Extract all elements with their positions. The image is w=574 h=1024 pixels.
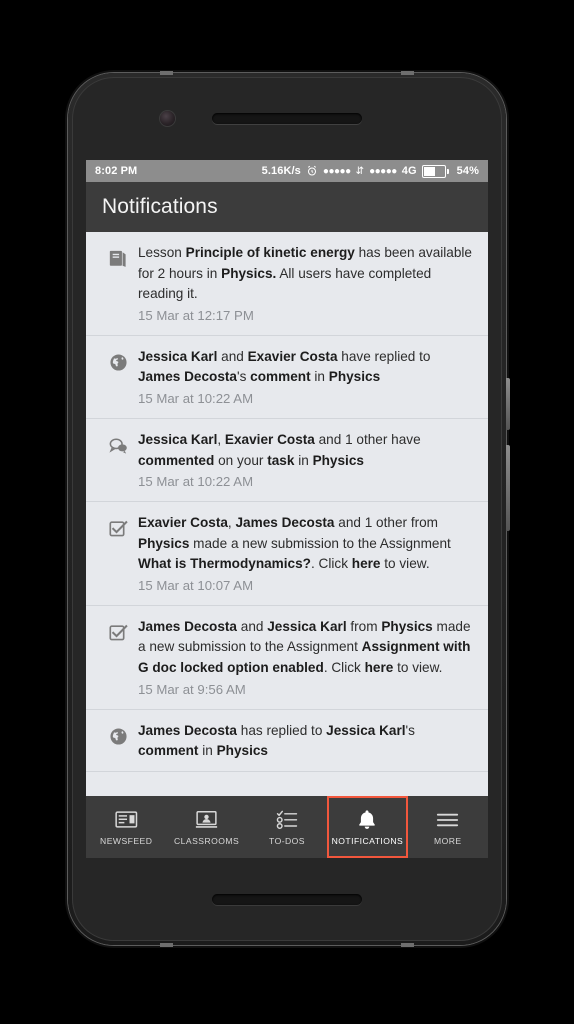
nav-item-label: MORE	[434, 835, 462, 846]
nav-item-label: NEWSFEED	[100, 835, 153, 846]
notification-row[interactable]: Exavier Costa, James Decosta and 1 other…	[86, 501, 488, 606]
data-transfer-icon: ⇵	[355, 165, 365, 177]
nav-item-label: CLASSROOMS	[174, 835, 240, 846]
notification-body: Lesson Principle of kinetic energy has b…	[138, 243, 474, 326]
battery-percent-label: 54%	[456, 165, 479, 177]
page-title: Notifications	[102, 195, 218, 218]
notification-message: James Decosta has replied to Jessica Kar…	[138, 722, 415, 759]
notification-row[interactable]: James Decosta has replied to Jessica Kar…	[86, 709, 488, 772]
nav-item-to-dos[interactable]: TO-DOS	[247, 796, 327, 858]
network-speed-label: 5.16K/s	[261, 165, 301, 177]
hamburger-menu-icon	[436, 809, 459, 831]
status-bar-clock: 8:02 PM	[95, 165, 138, 177]
network-type-label: 4G	[401, 165, 417, 177]
notification-list[interactable]: Lesson Principle of kinetic energy has b…	[86, 232, 488, 796]
power-button[interactable]	[506, 378, 510, 430]
volume-button[interactable]	[506, 445, 510, 531]
bell-icon	[357, 809, 377, 831]
nav-item-notifications[interactable]: NOTIFICATIONS	[327, 796, 408, 858]
nav-item-newsfeed[interactable]: NEWSFEED	[86, 796, 166, 858]
todos-checklist-icon	[276, 809, 298, 831]
notification-message: James Decosta and Jessica Karl from Phys…	[138, 618, 471, 676]
nav-item-more[interactable]: MORE	[408, 796, 488, 858]
notification-timestamp: 15 Mar at 10:22 AM	[138, 474, 254, 490]
notification-row[interactable]: Jessica Karl, Exavier Costa and 1 other …	[86, 418, 488, 502]
nav-item-label: TO-DOS	[269, 835, 305, 846]
checkbox-checked-icon	[98, 617, 138, 700]
antenna-line-bottom-left	[160, 943, 173, 947]
globe-icon	[98, 347, 138, 409]
app-bar: Notifications	[86, 182, 488, 232]
classrooms-icon	[195, 809, 218, 831]
notification-timestamp: 15 Mar at 9:56 AM	[138, 681, 246, 697]
notification-row[interactable]: Lesson Principle of kinetic energy has b…	[86, 232, 488, 336]
screenshot-stage: 8:02 PM 5.16K/s ●●●●● ⇵ ●●●●● 4G 54% Not…	[0, 0, 574, 1024]
sim1-signal-dots: ●●●●●	[322, 165, 351, 177]
antenna-line-top-left	[160, 71, 173, 75]
battery-icon	[421, 164, 449, 178]
notification-timestamp: 15 Mar at 10:22 AM	[138, 391, 254, 407]
notification-body: Exavier Costa, James Decosta and 1 other…	[138, 513, 474, 596]
notification-body: James Decosta and Jessica Karl from Phys…	[138, 617, 474, 700]
notification-message: Jessica Karl and Exavier Costa have repl…	[138, 348, 431, 385]
checkbox-checked-icon	[98, 513, 138, 596]
notification-body: Jessica Karl, Exavier Costa and 1 other …	[138, 430, 474, 492]
notification-body: James Decosta has replied to Jessica Kar…	[138, 721, 474, 762]
notification-message: Lesson Principle of kinetic energy has b…	[138, 245, 472, 302]
phone-device-frame: 8:02 PM 5.16K/s ●●●●● ⇵ ●●●●● 4G 54% Not…	[68, 71, 510, 947]
phone-screen: 8:02 PM 5.16K/s ●●●●● ⇵ ●●●●● 4G 54% Not…	[86, 160, 488, 858]
status-bar-indicators: 5.16K/s ●●●●● ⇵ ●●●●● 4G 54%	[261, 164, 479, 178]
comment-bubbles-icon	[98, 430, 138, 492]
newsfeed-icon	[115, 809, 138, 831]
nav-item-label: NOTIFICATIONS	[331, 835, 404, 846]
sim2-signal-dots: ●●●●●	[369, 165, 397, 177]
antenna-line-bottom-right	[401, 943, 414, 947]
bottom-speaker-grille	[212, 894, 362, 905]
alarm-clock-icon	[306, 165, 318, 177]
globe-icon	[98, 721, 138, 762]
antenna-line-top-right	[401, 71, 414, 75]
lesson-book-icon	[98, 243, 138, 326]
notification-row[interactable]: James Decosta and Jessica Karl from Phys…	[86, 605, 488, 710]
bottom-navigation-bar: NEWSFEED CLASSROOMS TO-DOS NOTIFICATIONS…	[86, 796, 488, 858]
notification-body: Jessica Karl and Exavier Costa have repl…	[138, 347, 474, 409]
notification-message: Exavier Costa, James Decosta and 1 other…	[138, 514, 451, 572]
nav-item-classrooms[interactable]: CLASSROOMS	[166, 796, 246, 858]
notification-timestamp: 15 Mar at 12:17 PM	[138, 307, 254, 323]
notification-row[interactable]: Jessica Karl and Exavier Costa have repl…	[86, 335, 488, 419]
status-bar: 8:02 PM 5.16K/s ●●●●● ⇵ ●●●●● 4G 54%	[86, 160, 488, 182]
notification-timestamp: 15 Mar at 10:07 AM	[138, 577, 254, 593]
front-camera-icon	[160, 111, 175, 126]
earpiece-speaker	[212, 113, 362, 124]
notification-message: Jessica Karl, Exavier Costa and 1 other …	[138, 431, 421, 468]
